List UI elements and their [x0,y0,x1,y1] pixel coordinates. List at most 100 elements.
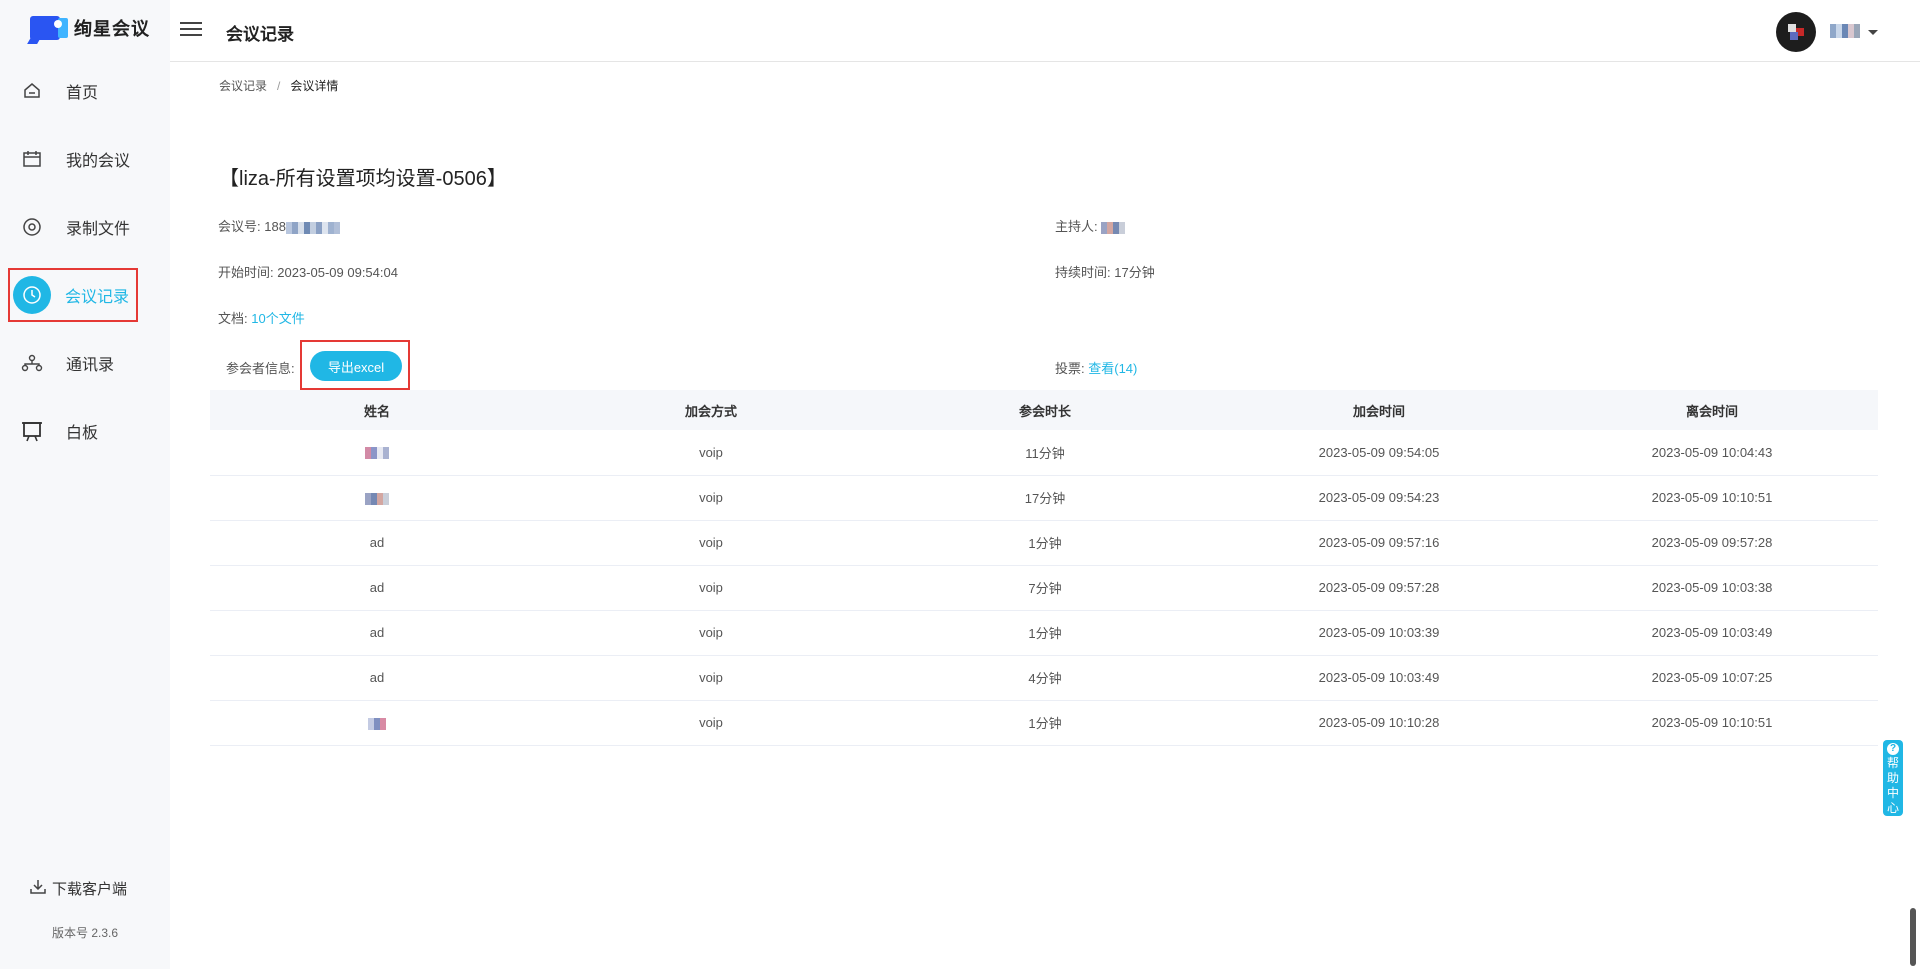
sidebar-item-recordings[interactable]: 录制文件 [10,202,136,252]
vote-field: 投票: 查看(14) [1055,358,1137,377]
name-blurred [365,447,389,460]
documents-label: 文档: [218,311,248,326]
cell-method: voip [544,475,878,521]
table-row: voip 1分钟 2023-05-09 10:10:28 2023-05-09 … [210,700,1878,746]
contacts-icon [10,341,54,385]
table-row: voip 17分钟 2023-05-09 09:54:23 2023-05-09… [210,475,1878,521]
table-row: ad voip 4分钟 2023-05-09 10:03:49 2023-05-… [210,655,1878,701]
table-row: voip 11分钟 2023-05-09 09:54:05 2023-05-09… [210,430,1878,476]
cell-name: ad [210,655,544,701]
cell-name: ad [210,610,544,656]
duration-value: 17分钟 [1114,265,1155,280]
cell-duration: 1分钟 [878,610,1212,656]
breadcrumb-separator: / [277,79,281,93]
breadcrumb-current: 会议详情 [290,79,339,93]
meeting-title: 【liza-所有设置项均设置-0506】 [219,168,507,190]
cell-join-time: 2023-05-09 10:10:28 [1212,700,1546,746]
sidebar: 绚星会议 首页 我的会议 录制文件 会议记录 通讯录 白板 下载客户端 版本号 … [0,0,170,969]
export-excel-button[interactable]: 导出excel [310,351,402,381]
documents-link[interactable]: 10个文件 [251,311,304,326]
cell-duration: 4分钟 [878,655,1212,701]
help-center-tab[interactable]: ? 帮助中心 [1883,740,1903,816]
sidebar-item-label: 通讯录 [66,357,115,374]
sidebar-item-my-meetings[interactable]: 我的会议 [10,134,136,184]
sidebar-item-label: 录制文件 [66,221,131,238]
table-row: ad voip 1分钟 2023-05-09 09:57:16 2023-05-… [210,520,1878,566]
download-icon [30,879,46,899]
question-icon: ? [1887,743,1899,755]
cell-duration: 17分钟 [878,475,1212,521]
cell-method: voip [544,655,878,701]
page-title: 会议记录 [226,25,294,44]
start-time-field: 开始时间: 2023-05-09 09:54:04 [218,262,398,281]
app-name: 绚星会议 [74,19,150,39]
host-label: 主持人: [1055,219,1098,234]
sidebar-item-label: 白板 [66,425,99,442]
name-blurred [365,492,389,505]
cell-join-time: 2023-05-09 10:03:39 [1212,610,1546,656]
avatar[interactable] [1776,12,1816,52]
chevron-down-icon[interactable] [1868,30,1878,35]
cell-name [210,700,544,746]
participants-table: 姓名 加会方式 参会时长 加会时间 离会时间 voip 11分钟 2023-05… [210,390,1878,746]
cell-duration: 7分钟 [878,565,1212,611]
table-row: ad voip 1分钟 2023-05-09 10:03:39 2023-05-… [210,610,1878,656]
breadcrumb-parent[interactable]: 会议记录 [219,79,267,93]
column-header-name: 姓名 [210,390,544,430]
cell-name [210,475,544,521]
start-time-value: 2023-05-09 09:54:04 [277,265,398,280]
sidebar-item-whiteboard[interactable]: 白板 [10,406,136,456]
cell-leave-time: 2023-05-09 10:07:25 [1546,655,1878,701]
column-header-leave-time: 离会时间 [1546,390,1878,430]
cell-duration: 11分钟 [878,430,1212,476]
version-text: 版本号 2.3.6 [52,926,119,940]
export-highlight: 导出excel [300,340,410,390]
meeting-id-field: 会议号: 188 [218,216,340,235]
table-row: ad voip 7分钟 2023-05-09 09:57:28 2023-05-… [210,565,1878,611]
cell-name: ad [210,565,544,611]
breadcrumb: 会议记录 / 会议详情 [219,77,338,94]
cell-duration: 1分钟 [878,520,1212,566]
sidebar-item-label: 会议记录 [65,289,130,306]
participants-label: 参会者信息: [226,361,295,376]
documents-field: 文档: 10个文件 [218,308,305,327]
name-blurred [368,717,386,730]
cell-join-time: 2023-05-09 09:54:23 [1212,475,1546,521]
host-name-blurred [1101,221,1126,234]
vote-view-link[interactable]: 查看(14) [1088,361,1137,376]
cell-join-time: 2023-05-09 09:54:05 [1212,430,1546,476]
help-center-label: 帮助中心 [1887,756,1900,815]
duration-label: 持续时间: [1055,265,1111,280]
download-client-link[interactable]: 下载客户端 [30,878,127,899]
sidebar-item-home[interactable]: 首页 [10,66,136,116]
menu-toggle-icon[interactable] [180,18,202,42]
cell-join-time: 2023-05-09 10:03:49 [1212,655,1546,701]
whiteboard-icon [10,409,54,453]
cell-method: voip [544,700,878,746]
column-header-method: 加会方式 [544,390,878,430]
sidebar-item-label: 首页 [66,85,99,102]
cell-method: voip [544,520,878,566]
scrollbar[interactable] [1910,908,1916,966]
app-logo[interactable]: 绚星会议 [27,12,150,44]
column-header-join-time: 加会时间 [1212,390,1546,430]
cell-leave-time: 2023-05-09 10:10:51 [1546,475,1878,521]
cell-join-time: 2023-05-09 09:57:16 [1212,520,1546,566]
cell-name: ad [210,520,544,566]
cell-duration: 1分钟 [878,700,1212,746]
vote-label: 投票: [1055,361,1085,376]
sidebar-item-contacts[interactable]: 通讯录 [10,338,136,388]
record-icon [10,205,54,249]
username-blurred[interactable] [1830,24,1860,38]
cell-leave-time: 2023-05-09 10:03:38 [1546,565,1878,611]
cell-leave-time: 2023-05-09 10:03:49 [1546,610,1878,656]
download-label: 下载客户端 [52,881,128,898]
clock-icon [13,276,51,314]
sidebar-item-meeting-records[interactable]: 会议记录 [8,268,138,322]
host-field: 主持人: [1055,216,1126,235]
meeting-id-label: 会议号: [218,219,261,234]
cell-name [210,430,544,476]
cell-leave-time: 2023-05-09 10:04:43 [1546,430,1878,476]
top-bar: 会议记录 [170,0,1920,62]
sidebar-item-label: 我的会议 [66,153,131,170]
